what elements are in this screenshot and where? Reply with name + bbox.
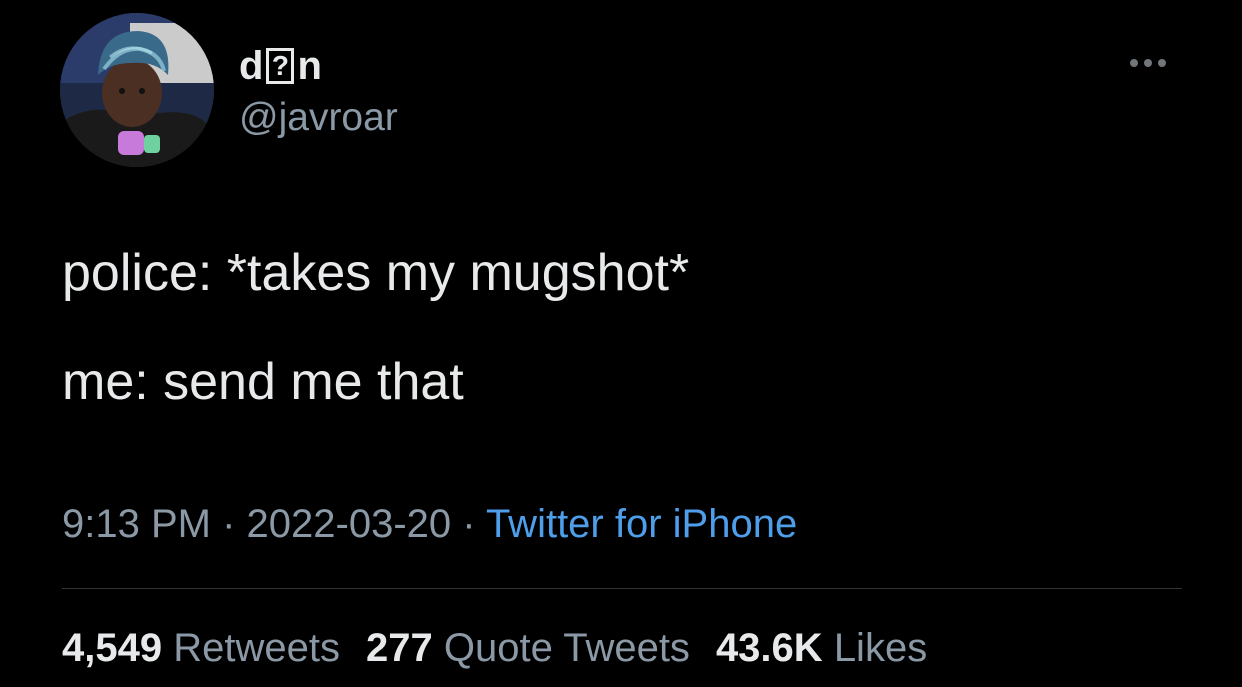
quote-tweets-stat[interactable]: 277 Quote Tweets	[366, 624, 690, 672]
tweet-text-line-2: me: send me that	[62, 353, 464, 411]
retweets-count: 4,549	[62, 626, 163, 670]
tweet-time[interactable]: 9:13 PM	[62, 502, 211, 546]
likes-count: 43.6K	[715, 626, 823, 670]
likes-stat[interactable]: 43.6K Likes	[716, 624, 927, 672]
author-name[interactable]: d ? n	[239, 43, 322, 89]
meta-separator-2: ·	[451, 502, 486, 546]
tweet-stats: 4,549 Retweets 277 Quote Tweets 43.6K Li…	[62, 624, 953, 672]
avatar-photo	[60, 13, 214, 167]
unknown-glyph-icon: ?	[266, 48, 295, 84]
meta-separator-1: ·	[210, 502, 247, 546]
divider	[62, 588, 1182, 589]
quote-tweets-count: 277	[365, 626, 433, 670]
likes-label: Likes	[833, 626, 928, 670]
more-options-button[interactable]	[1130, 50, 1178, 76]
retweets-stat[interactable]: 4,549 Retweets	[62, 624, 340, 672]
tweet-date[interactable]: 2022-03-20	[247, 502, 452, 546]
quote-tweets-label: Quote Tweets	[443, 626, 690, 670]
tweet-meta: 9:13 PM · 2022-03-20 · Twitter for iPhon…	[62, 500, 797, 548]
more-options-icon	[1130, 59, 1166, 67]
tweet-text-line-1: police: *takes my mugshot*	[62, 244, 690, 302]
tweet-source-link[interactable]: Twitter for iPhone	[486, 502, 797, 546]
author-handle[interactable]: @javroar	[239, 95, 398, 141]
tweet-card: d ? n @javroar police: *takes my mugshot…	[0, 0, 1242, 687]
avatar[interactable]	[60, 13, 214, 167]
author-name-suffix: n	[297, 44, 322, 88]
retweets-label: Retweets	[173, 626, 340, 670]
author-name-prefix: d	[239, 44, 264, 88]
